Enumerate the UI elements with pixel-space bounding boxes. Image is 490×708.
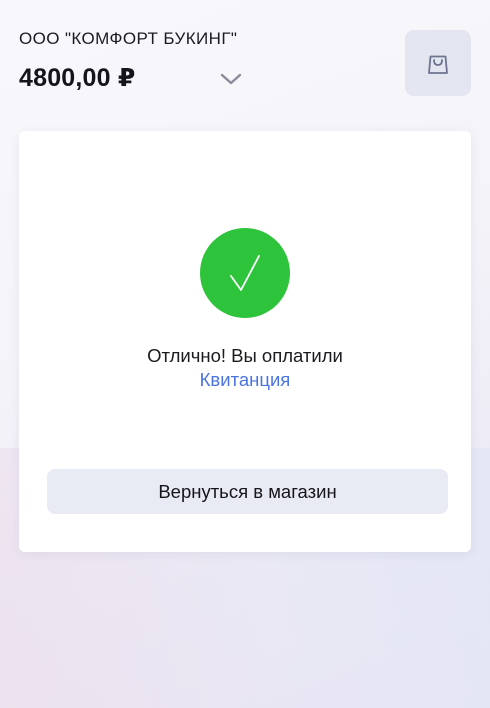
payment-amount: 4800,00 ₽ bbox=[19, 64, 136, 92]
merchant-name: ООО "КОМФОРТ БУКИНГ" bbox=[19, 29, 238, 48]
receipt-link[interactable]: Квитанция bbox=[200, 369, 291, 390]
return-to-shop-button[interactable]: Вернуться в магазин bbox=[47, 469, 448, 514]
success-message: Отлично! Вы оплатили bbox=[147, 345, 343, 366]
shopping-bag-icon bbox=[428, 55, 448, 74]
checkmark-icon bbox=[230, 255, 260, 291]
payment-result-card: Отлично! Вы оплатили Квитанция Вернуться… bbox=[19, 131, 471, 552]
success-badge bbox=[200, 228, 290, 318]
chevron-down-icon[interactable] bbox=[218, 68, 244, 90]
cart-button[interactable] bbox=[405, 30, 471, 96]
